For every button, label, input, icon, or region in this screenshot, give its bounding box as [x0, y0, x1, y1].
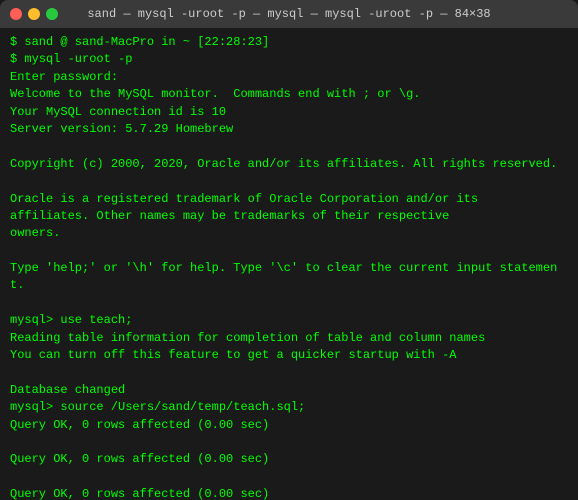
close-button[interactable] [10, 8, 22, 20]
terminal-line: Enter password: [10, 69, 568, 86]
terminal-line: $ sand @ sand-MacPro in ~ [22:28:23] [10, 34, 568, 51]
terminal-line: mysql> use teach; [10, 312, 568, 329]
title-bar: sand — mysql -uroot -p — mysql — mysql -… [0, 0, 578, 28]
terminal-line [10, 243, 568, 260]
terminal-body: $ sand @ sand-MacPro in ~ [22:28:23]$ my… [0, 28, 578, 500]
title-bar-buttons [10, 8, 58, 20]
minimize-button[interactable] [28, 8, 40, 20]
terminal-line: owners. [10, 225, 568, 242]
terminal-line [10, 434, 568, 451]
terminal-line: mysql> source /Users/sand/temp/teach.sql… [10, 399, 568, 416]
terminal-line [10, 138, 568, 155]
terminal-line: Oracle is a registered trademark of Orac… [10, 191, 568, 208]
terminal-line: Reading table information for completion… [10, 330, 568, 347]
terminal-line [10, 295, 568, 312]
terminal-line: Server version: 5.7.29 Homebrew [10, 121, 568, 138]
terminal-line [10, 364, 568, 381]
terminal-line: Your MySQL connection id is 10 [10, 104, 568, 121]
window-title: sand — mysql -uroot -p — mysql — mysql -… [87, 7, 490, 21]
maximize-button[interactable] [46, 8, 58, 20]
terminal-line: affiliates. Other names may be trademark… [10, 208, 568, 225]
terminal-line: Query OK, 0 rows affected (0.00 sec) [10, 486, 568, 500]
terminal-line: Query OK, 0 rows affected (0.00 sec) [10, 451, 568, 468]
terminal-line: You can turn off this feature to get a q… [10, 347, 568, 364]
terminal-line [10, 469, 568, 486]
terminal-line: Database changed [10, 382, 568, 399]
terminal-line: Query OK, 0 rows affected (0.00 sec) [10, 417, 568, 434]
terminal-line: Copyright (c) 2000, 2020, Oracle and/or … [10, 156, 568, 173]
terminal-line: Type 'help;' or '\h' for help. Type '\c'… [10, 260, 568, 295]
terminal-line: Welcome to the MySQL monitor. Commands e… [10, 86, 568, 103]
terminal-line: $ mysql -uroot -p [10, 51, 568, 68]
terminal-line [10, 173, 568, 190]
